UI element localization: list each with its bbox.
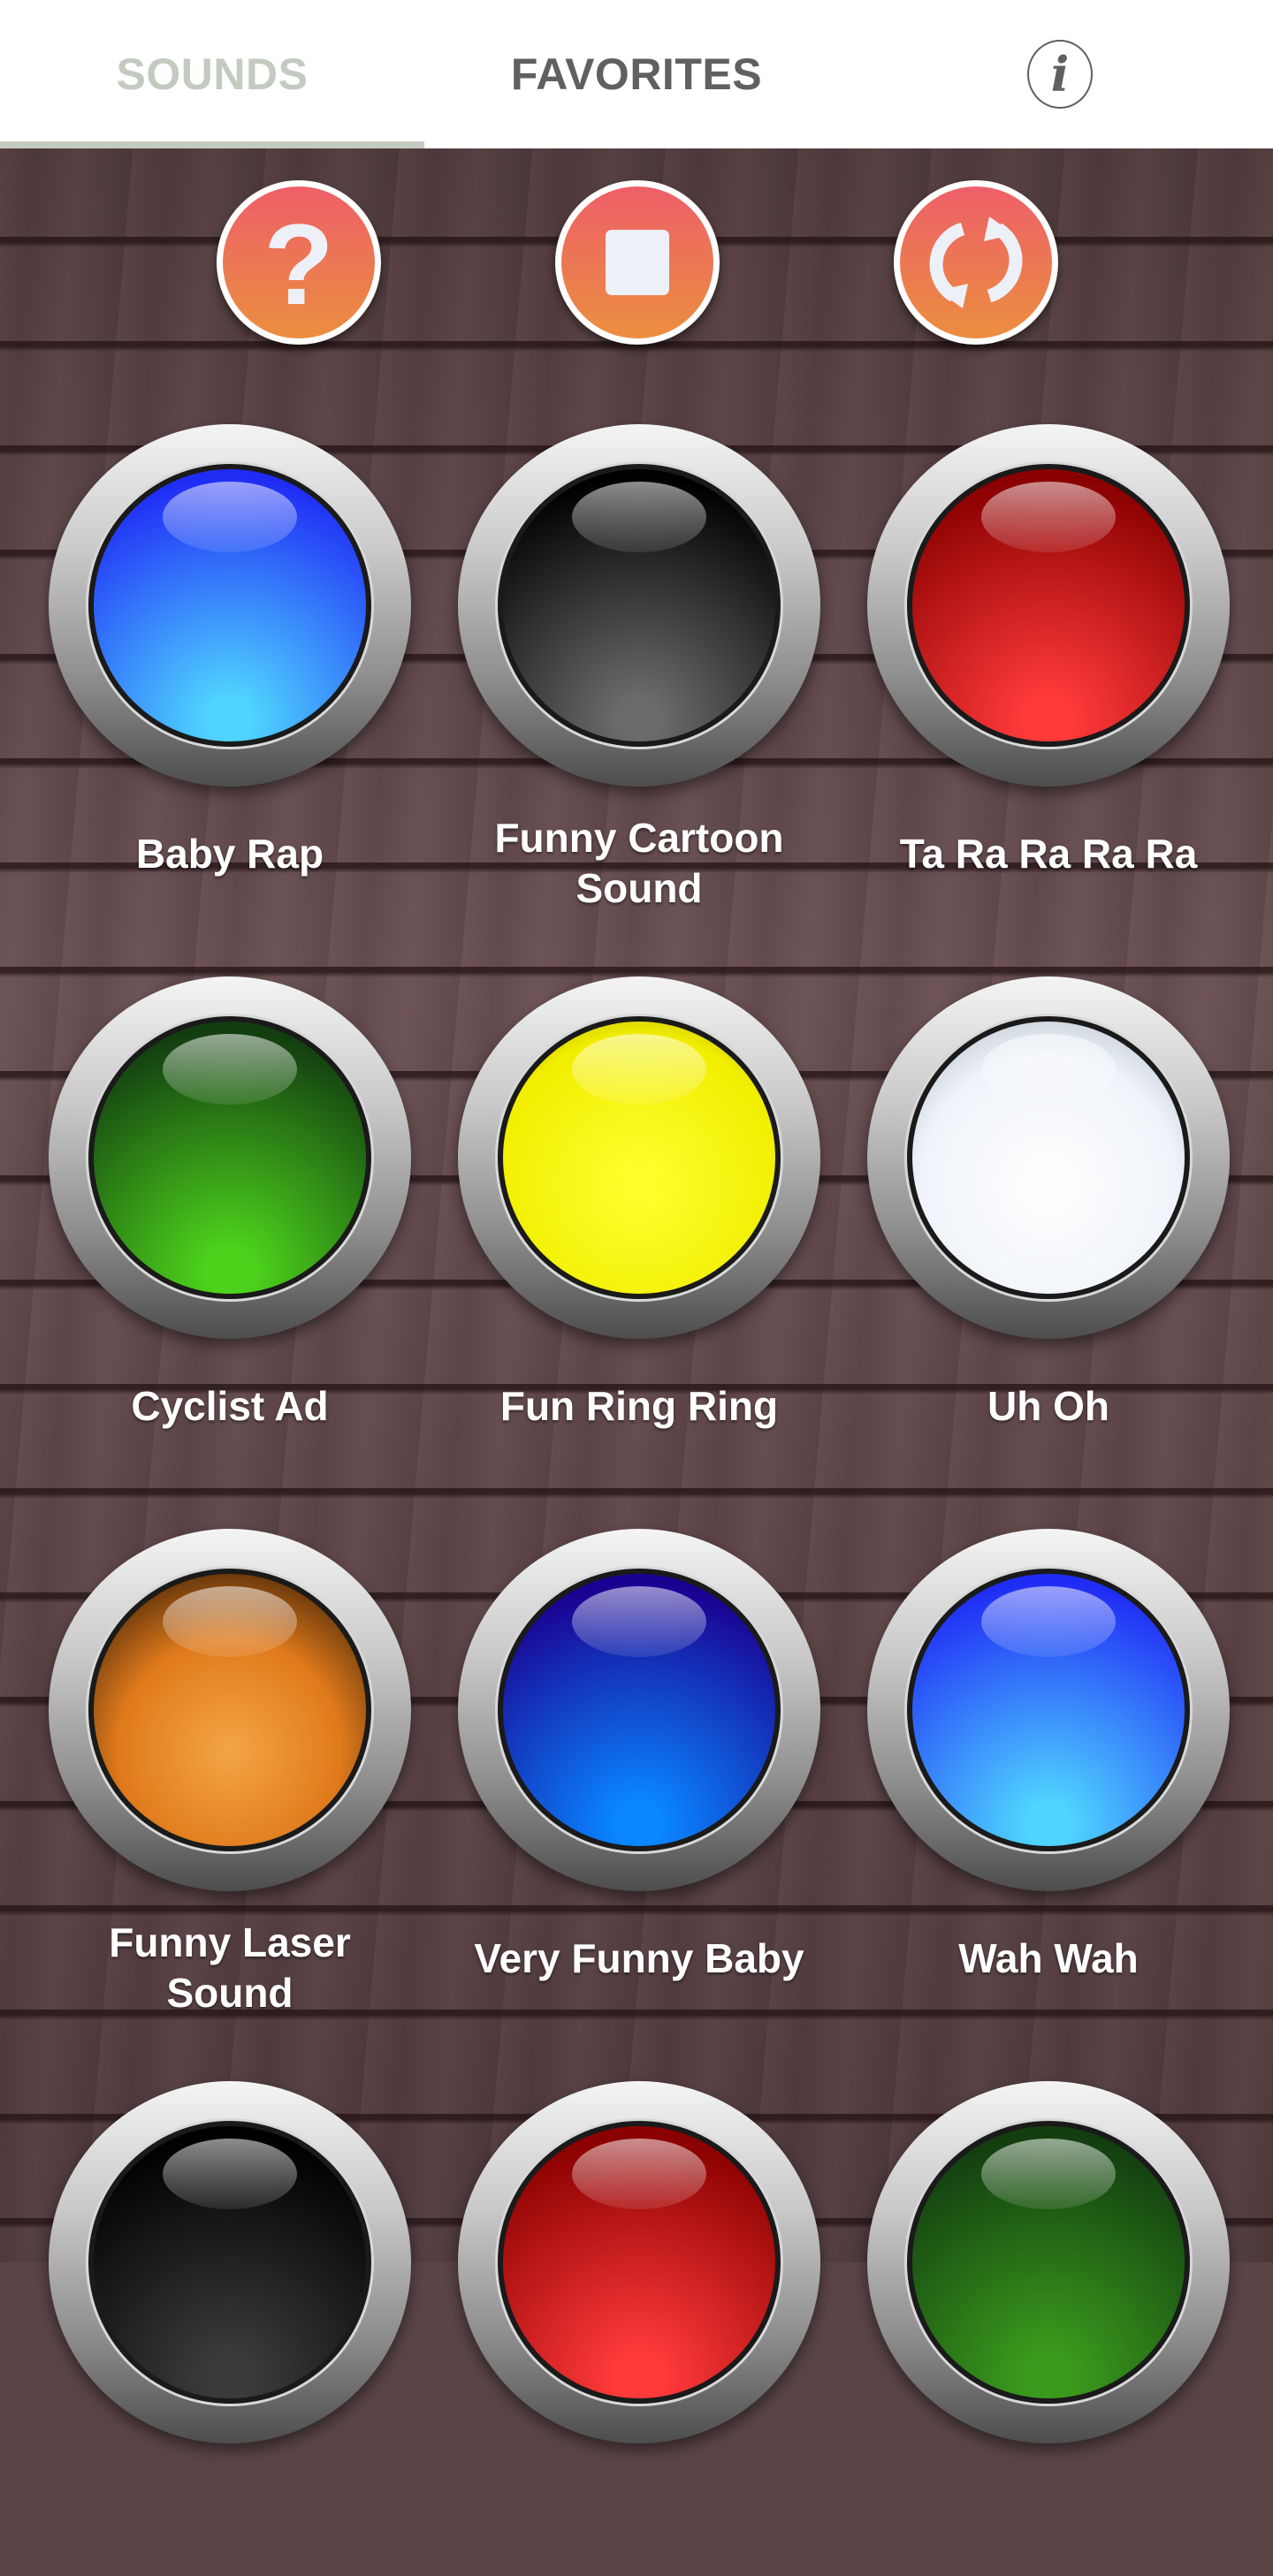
orb-highlight xyxy=(981,1586,1116,1657)
sound-button[interactable]: Cyclist Ad xyxy=(44,976,415,1471)
green-orb-icon xyxy=(94,1022,366,1294)
button-bezel xyxy=(867,2081,1230,2443)
sound-label: Funny Laser Sound xyxy=(109,1919,351,2016)
sound-button[interactable]: Wah Wah xyxy=(863,1529,1234,2024)
sound-label: Baby Rap xyxy=(135,831,324,877)
stop-icon xyxy=(606,230,669,295)
white-orb-icon xyxy=(912,1022,1185,1294)
button-bezel xyxy=(49,976,411,1339)
button-bezel xyxy=(867,1529,1230,1891)
top-tab-bar: SOUNDS FAVORITES i xyxy=(0,0,1273,148)
orb-highlight xyxy=(981,482,1116,552)
black-orb-icon xyxy=(503,469,775,741)
orb-highlight xyxy=(572,1586,706,1657)
button-bezel xyxy=(49,424,411,786)
orb-highlight xyxy=(572,482,706,552)
button-ring xyxy=(88,1016,371,1299)
orb-highlight xyxy=(572,2139,706,2209)
button-ring xyxy=(498,1016,781,1299)
orb-highlight xyxy=(163,1034,297,1105)
sound-button[interactable]: Funny Laser Sound xyxy=(44,1529,415,2024)
sound-button[interactable]: Baby Rap xyxy=(44,424,415,919)
button-ring xyxy=(907,1016,1190,1299)
question-icon: ? xyxy=(263,200,334,329)
button-ring xyxy=(498,464,781,747)
yellow-orb-icon xyxy=(503,1022,775,1294)
black-orb-icon xyxy=(94,2126,366,2398)
tab-sounds[interactable]: SOUNDS xyxy=(0,0,424,148)
red-orb-icon xyxy=(912,469,1185,741)
button-bezel xyxy=(458,424,820,786)
button-ring xyxy=(88,2121,371,2404)
stop-button[interactable] xyxy=(555,180,720,345)
button-bezel xyxy=(49,1529,411,1891)
sound-label: Fun Ring Ring xyxy=(499,1383,779,1429)
active-tab-indicator xyxy=(0,141,424,148)
sound-button[interactable] xyxy=(44,2081,415,2576)
sound-label: Funny Cartoon Sound xyxy=(494,815,784,911)
refresh-icon xyxy=(929,217,1023,308)
sound-button[interactable]: Fun Ring Ring xyxy=(454,976,825,1471)
sound-button[interactable] xyxy=(863,2081,1234,2576)
button-ring xyxy=(498,1569,781,1851)
button-bezel xyxy=(458,976,820,1339)
button-bezel xyxy=(458,1529,820,1891)
orb-highlight xyxy=(572,1034,706,1105)
sound-label: Ta Ra Ra Ra Ra xyxy=(899,831,1198,877)
sound-button[interactable]: Uh Oh xyxy=(863,976,1234,1471)
refresh-button[interactable] xyxy=(894,180,1058,345)
button-bezel xyxy=(458,2081,820,2443)
button-bezel xyxy=(867,424,1230,786)
tab-favorites[interactable]: FAVORITES xyxy=(424,0,849,148)
sound-button[interactable]: Ta Ra Ra Ra Ra xyxy=(863,424,1234,919)
info-button[interactable]: i xyxy=(1027,40,1093,109)
help-button[interactable]: ? xyxy=(217,180,381,345)
orb-highlight xyxy=(163,482,297,552)
green-orb-icon xyxy=(912,2126,1185,2398)
sound-button[interactable]: Funny Cartoon Sound xyxy=(454,424,825,919)
orb-highlight xyxy=(163,1586,297,1657)
sound-button[interactable]: Very Funny Baby xyxy=(454,1529,825,2024)
sound-label: Cyclist Ad xyxy=(131,1383,329,1429)
blue-orb-icon xyxy=(94,469,366,741)
button-ring xyxy=(88,464,371,747)
sound-label: Wah Wah xyxy=(958,1935,1139,1981)
button-ring xyxy=(907,1569,1190,1851)
button-ring xyxy=(88,1569,371,1851)
orb-highlight xyxy=(981,1034,1116,1105)
sound-label: Very Funny Baby xyxy=(474,1935,804,1981)
button-bezel xyxy=(867,976,1230,1339)
orange-orb-icon xyxy=(94,1574,366,1846)
button-bezel xyxy=(49,2081,411,2443)
sound-label: Uh Oh xyxy=(987,1383,1109,1429)
sound-button[interactable] xyxy=(454,2081,825,2576)
button-ring xyxy=(498,2121,781,2404)
indigo-orb-icon xyxy=(503,1574,775,1846)
button-ring xyxy=(907,2121,1190,2404)
info-icon: i xyxy=(1050,46,1070,103)
button-ring xyxy=(907,464,1190,747)
red-orb-icon xyxy=(503,2126,775,2398)
blue-orb-icon xyxy=(912,1574,1185,1846)
orb-highlight xyxy=(981,2139,1116,2209)
orb-highlight xyxy=(163,2139,297,2209)
